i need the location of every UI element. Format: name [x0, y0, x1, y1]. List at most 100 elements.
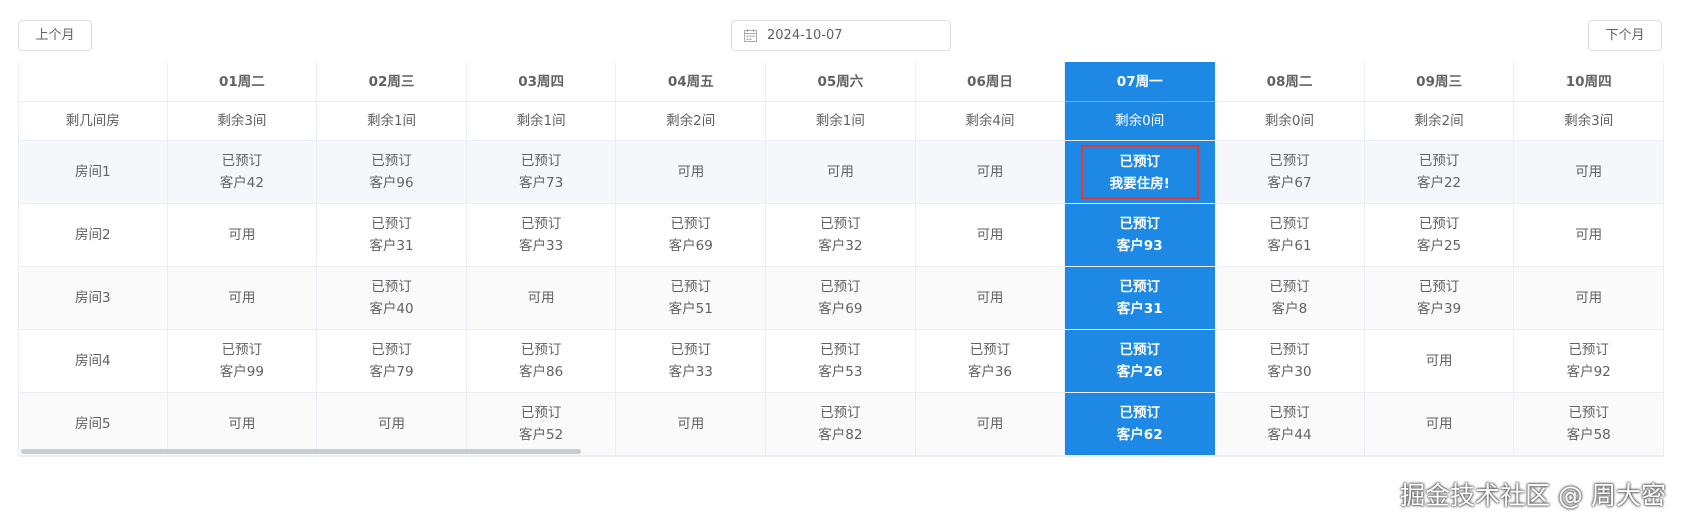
booking-cell[interactable]: 已预订 客户40 [316, 266, 467, 330]
booking-status: 已预订 [520, 216, 562, 232]
booking-cell[interactable]: 已预订 我要住房! [1064, 140, 1216, 204]
booking-status: 已预订 [1119, 342, 1160, 358]
booking-table-container: 01周二 02周三 03周四 04周五 05周六 06周日 07周一 08周二 09周三 10周四… [18, 62, 1664, 457]
date-picker-input[interactable]: 2024-10-07 [731, 20, 951, 51]
booking-status: 可用 [228, 416, 256, 432]
day-header-9: 09周三 [1364, 62, 1515, 102]
booking-cell[interactable]: 可用 [615, 392, 767, 456]
booking-cell[interactable]: 已预订 客户33 [615, 329, 767, 393]
customer-name: 客户96 [369, 175, 414, 191]
remain-count-5: 剩余1间 [765, 101, 916, 141]
customer-name: 客户93 [1116, 238, 1163, 254]
booking-cell[interactable]: 已预订 客户22 [1364, 140, 1515, 204]
customer-name: 客户53 [818, 364, 863, 380]
booking-cell[interactable]: 已预订 客户42 [167, 140, 318, 204]
booking-status: 已预订 [1269, 342, 1310, 358]
customer-name: 客户79 [369, 364, 414, 380]
booking-cell[interactable]: 可用 [466, 266, 617, 330]
booking-status: 已预订 [670, 279, 711, 295]
booking-cell[interactable]: 已预订客户99 [167, 329, 318, 393]
prev-month-button[interactable]: 上个月 [18, 20, 92, 51]
booking-cell[interactable]: 已预订 客户62 [1064, 392, 1216, 456]
booking-cell[interactable]: 已预订 客户58 [1513, 392, 1664, 456]
booking-cell[interactable]: 可用 [1364, 392, 1515, 456]
booking-cell[interactable]: 可用 [1513, 203, 1664, 267]
booking-status: 已预订 [820, 279, 861, 295]
selected-cell-highlight[interactable]: 已预订 我要住房! [1080, 145, 1199, 199]
booking-status: 可用 [1425, 353, 1453, 369]
booking-cell[interactable]: 已预订客户82 [765, 392, 916, 456]
booking-cell[interactable]: 可用 [915, 140, 1066, 204]
booking-status: 已预订 [520, 405, 562, 421]
booking-status: 已预订 [1418, 153, 1460, 169]
booking-cell[interactable]: 可用 [167, 266, 318, 330]
booking-cell[interactable]: 可用 [1364, 329, 1515, 393]
day-header-10: 10周四 [1513, 62, 1664, 102]
next-month-button[interactable]: 下个月 [1588, 20, 1662, 51]
booking-cell[interactable]: 已预订客户39 [1364, 266, 1515, 330]
booking-cell[interactable]: 可用 [915, 392, 1066, 456]
booking-cell[interactable]: 可用 [1513, 140, 1664, 204]
booking-cell[interactable]: 已预订 客户93 [1064, 203, 1216, 267]
booking-status: 已预订 [820, 405, 861, 421]
remain-count-8: 剩余0间 [1214, 101, 1365, 141]
booking-status: 可用 [1425, 416, 1453, 432]
table-row: 房间1 已预订 客户42 已预订 客户96 已预订 客户73 可用 可用 可用 已预订 我要住房! 已预… [19, 140, 1664, 204]
booking-cell[interactable]: 已预订 客户69 [765, 266, 916, 330]
corner-header [19, 62, 168, 102]
remain-count-4: 剩余2间 [615, 101, 767, 141]
booking-cell[interactable]: 已预订 客户31 [316, 203, 467, 267]
room-name: 房间1 [19, 140, 168, 204]
booking-cell[interactable]: 可用 [167, 392, 318, 456]
booking-status: 已预订 [1418, 279, 1460, 295]
day-header-7: 07周一 [1064, 62, 1216, 102]
booking-cell[interactable]: 可用 [915, 266, 1066, 330]
booking-cell[interactable]: 已预订 客户73 [466, 140, 617, 204]
booking-cell[interactable]: 可用 [167, 203, 318, 267]
booking-cell[interactable]: 已预订 客户92 [1513, 329, 1664, 393]
customer-name: 客户26 [1116, 364, 1163, 380]
booking-cell[interactable]: 已预订 客户25 [1364, 203, 1515, 267]
booking-cell[interactable]: 已预订 客户33 [466, 203, 617, 267]
booking-cell[interactable]: 已预订 客户96 [316, 140, 467, 204]
remain-count-6: 剩余4间 [915, 101, 1066, 141]
day-header-5: 05周六 [765, 62, 916, 102]
booking-status: 已预订 [221, 342, 263, 358]
booking-cell[interactable]: 可用 [765, 140, 916, 204]
booking-cell[interactable]: 已预订 客户51 [615, 266, 767, 330]
booking-cell[interactable]: 可用 [316, 392, 467, 456]
booking-cell[interactable]: 已预订 客户67 [1214, 140, 1365, 204]
table-row: 房间4 已预订 客户99 已预订 客户79 已预订 客户86 已预订 客户33 已预订 客户53 已预… [19, 329, 1664, 393]
customer-name: 客户99 [219, 364, 264, 380]
booking-cell[interactable]: 已预订 客户86 [466, 329, 617, 393]
booking-cell[interactable]: 已预订 客户31 [1064, 266, 1216, 330]
booking-cell[interactable]: 已预订 客户36 [915, 329, 1066, 393]
booking-cell[interactable]: 可用 [615, 140, 767, 204]
booking-status: 已预订 [1568, 405, 1609, 421]
booking-status: 已预订 [1119, 154, 1160, 170]
booking-cell[interactable]: 已预订 客户8 [1214, 266, 1365, 330]
booking-status: 已预订 [1269, 153, 1310, 169]
booking-cell[interactable]: 已预订客户26 [1064, 329, 1216, 393]
remain-count-2: 剩余1间 [316, 101, 467, 141]
horizontal-scrollbar[interactable] [21, 449, 581, 454]
booking-cell[interactable]: 已预订 客户53 [765, 329, 916, 393]
customer-name: 客户82 [818, 427, 863, 443]
customer-name: 客户44 [1267, 427, 1312, 443]
booking-cell[interactable]: 已预订 客户52 [466, 392, 617, 456]
customer-name: 客户39 [1416, 301, 1462, 317]
remain-row-label: 剩几间房 [19, 101, 168, 141]
customer-name: 客户31 [369, 238, 414, 254]
booking-cell[interactable]: 已预订 客户69 [615, 203, 767, 267]
booking-cell[interactable]: 已预订 客户32 [765, 203, 916, 267]
booking-cell[interactable]: 可用 [915, 203, 1066, 267]
calendar-icon [744, 29, 757, 42]
booking-cell[interactable]: 已预订 客户30 [1214, 329, 1365, 393]
room-name: 房间5 [19, 392, 168, 456]
booking-cell[interactable]: 已预订 客户61 [1214, 203, 1365, 267]
booking-cell[interactable]: 已预订 客户44 [1214, 392, 1365, 456]
booking-cell[interactable]: 可用 [1513, 266, 1664, 330]
booking-cell[interactable]: 已预订 客户79 [316, 329, 467, 393]
booking-status: 可用 [1575, 164, 1603, 180]
remaining-rooms-row: 剩几间房 剩余3间 剩余1间 剩余1间 剩余2间 剩余1间 剩余4间 剩余0间 剩余0间 剩余2… [19, 101, 1664, 141]
